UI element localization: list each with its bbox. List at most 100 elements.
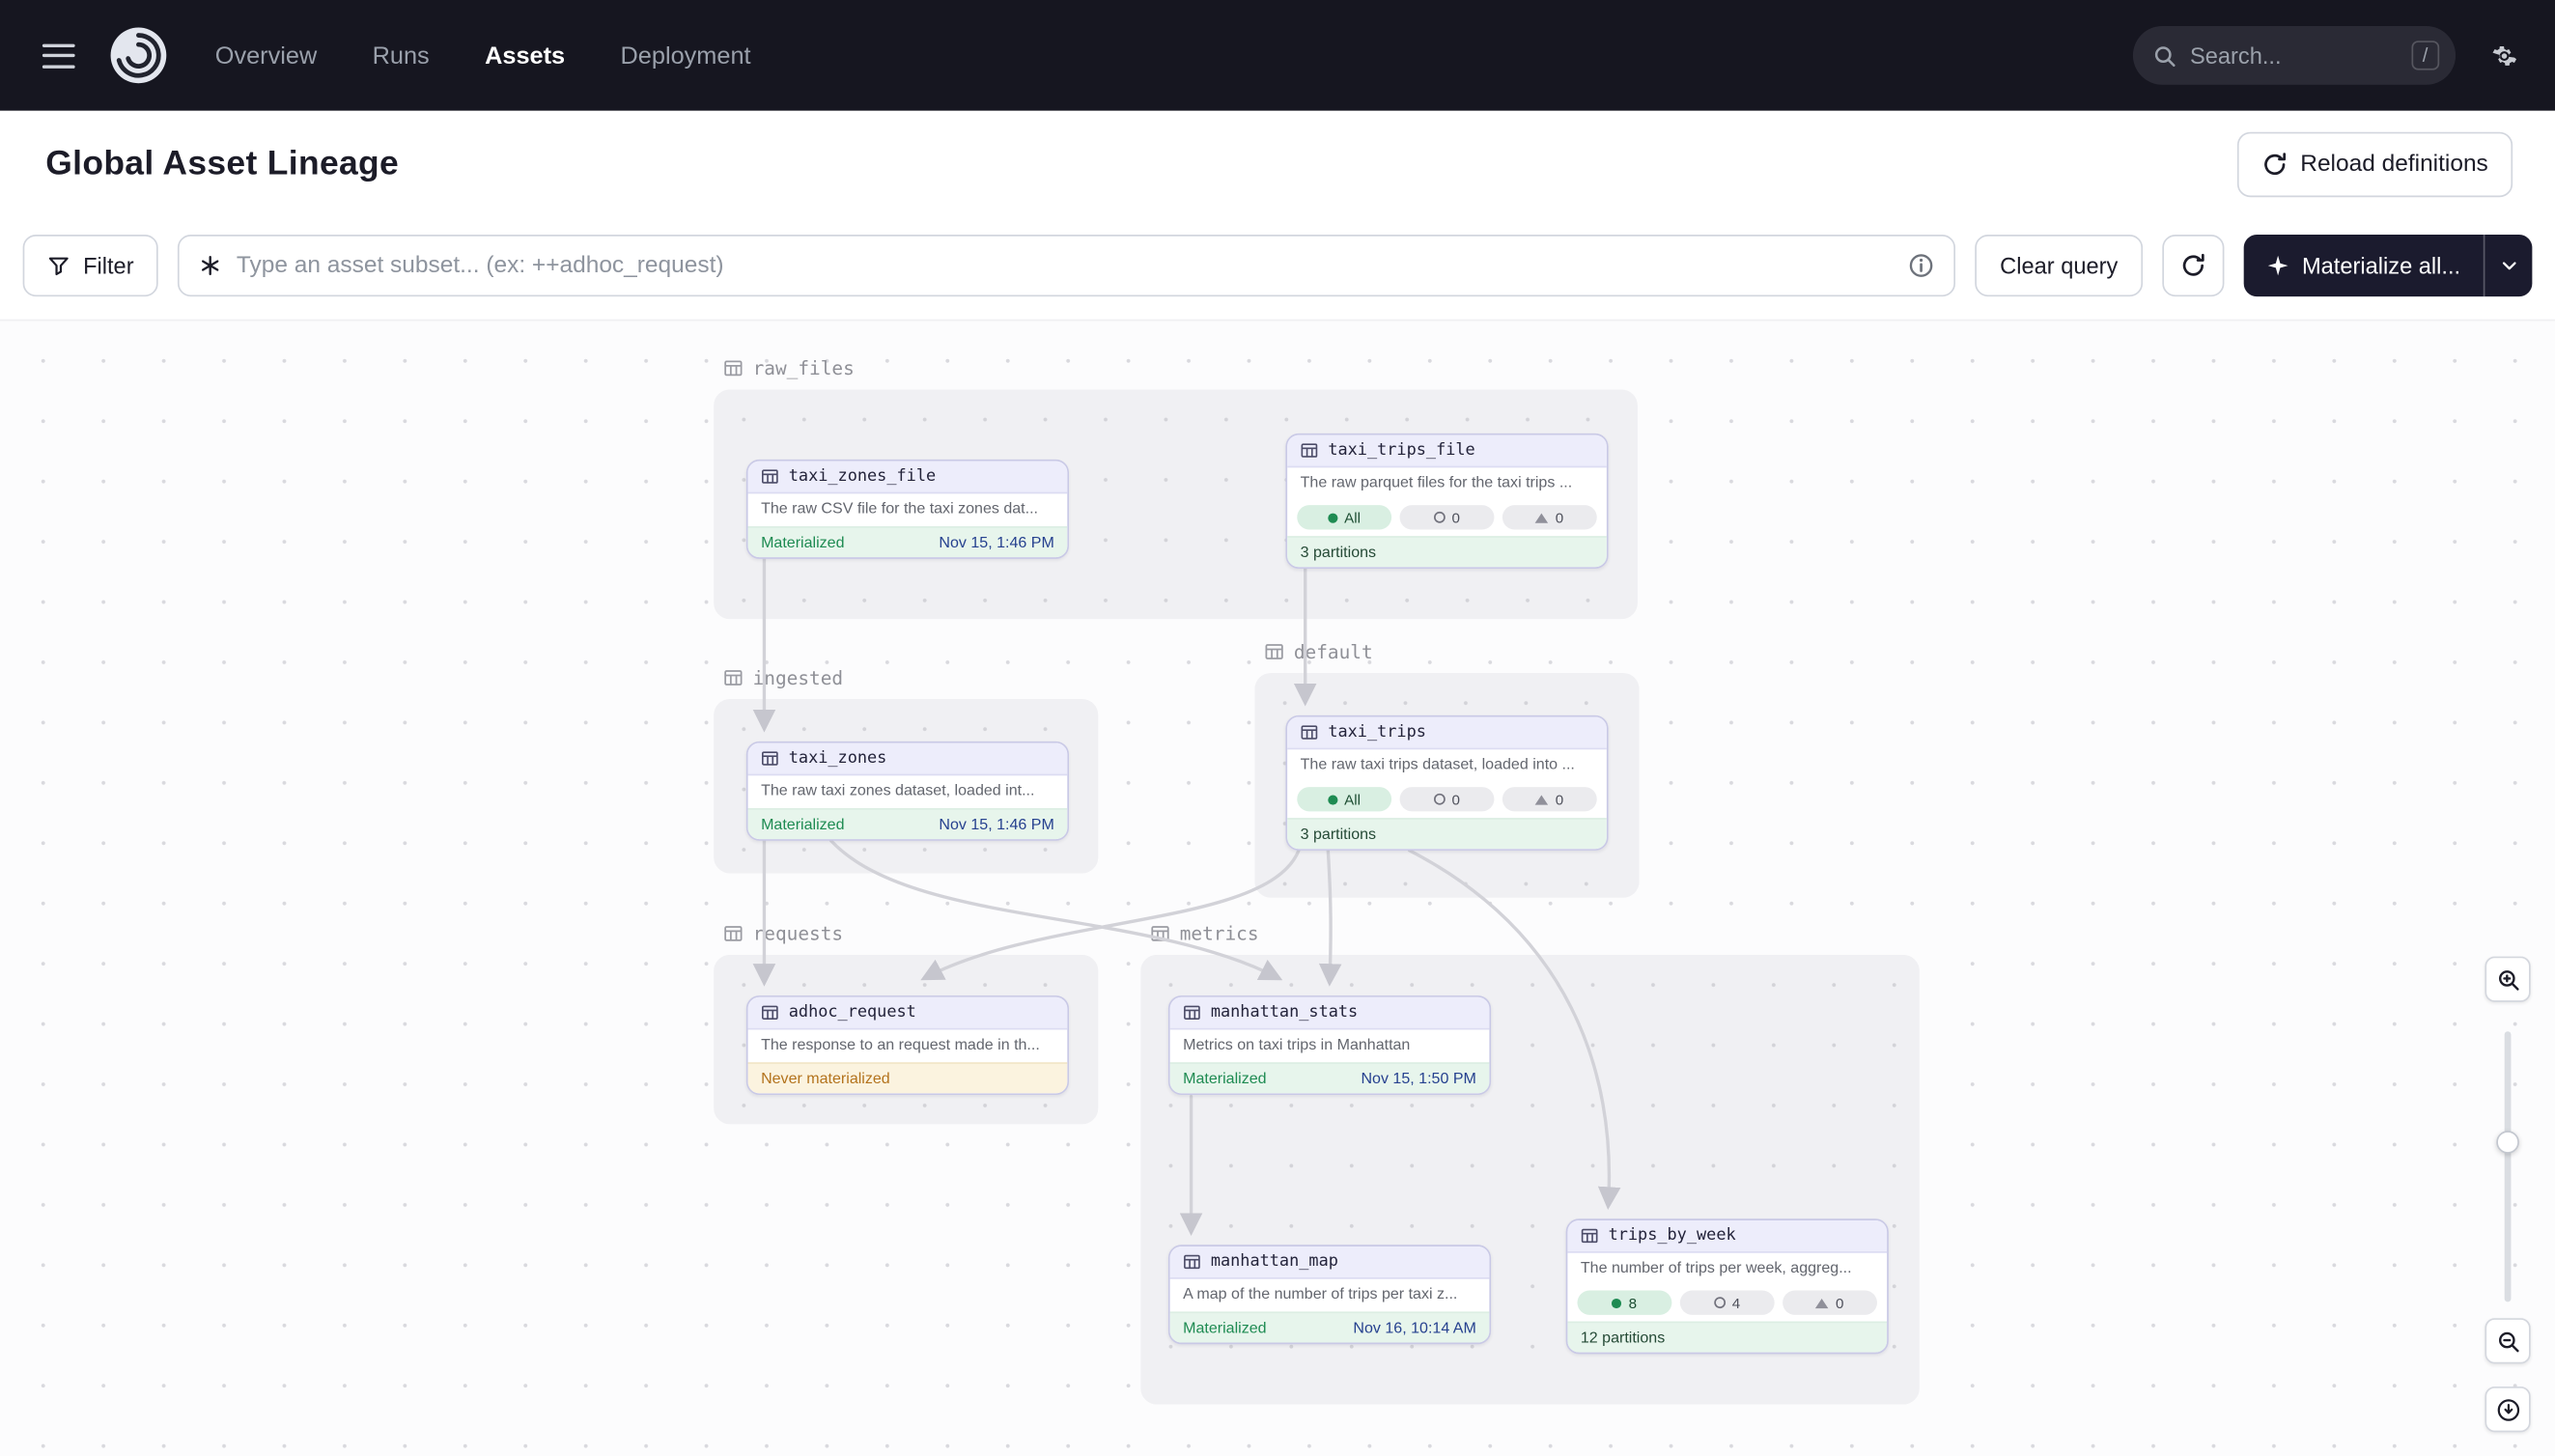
info-icon[interactable] (1909, 253, 1935, 279)
asset-node-header: adhoc_request (748, 997, 1068, 1030)
zoom-slider-track[interactable] (2505, 1031, 2512, 1302)
materialize-all-split-button: Materialize all... (2243, 235, 2532, 296)
global-search[interactable]: / (2133, 26, 2456, 85)
refresh-graph-button[interactable] (2162, 235, 2224, 296)
chip-value: 0 (1556, 791, 1563, 807)
nav-right: / (2133, 26, 2519, 85)
asset-status-bar: Materialized Nov 15, 1:46 PM (748, 526, 1068, 557)
asset-node-adhoc-request[interactable]: adhoc_request The response to an request… (746, 995, 1069, 1095)
asset-description: A map of the number of trips per taxi z.… (1170, 1279, 1490, 1312)
ring-icon (1714, 1297, 1726, 1308)
asset-node-taxi-zones-file[interactable]: taxi_zones_file The raw CSV file for the… (746, 460, 1069, 559)
filter-label: Filter (83, 253, 134, 279)
asset-node-taxi-trips[interactable]: taxi_trips The raw taxi trips dataset, l… (1285, 715, 1608, 851)
dagster-logo-icon[interactable] (107, 24, 169, 86)
chip-value: 8 (1629, 1295, 1637, 1311)
partition-chips: All 0 0 (1287, 782, 1607, 818)
filter-funnel-icon (47, 254, 70, 277)
nav-link-deployment[interactable]: Deployment (621, 42, 751, 70)
materialize-all-label: Materialize all... (2302, 253, 2460, 279)
asset-description: The raw taxi zones dataset, loaded int..… (748, 775, 1068, 808)
asset-status-bar: 3 partitions (1287, 818, 1607, 849)
asset-node-manhattan-stats[interactable]: manhattan_stats Metrics on taxi trips in… (1168, 995, 1491, 1095)
asset-status-bar: Never materialized (748, 1062, 1068, 1093)
table-icon (1183, 1253, 1201, 1272)
table-icon (1301, 441, 1319, 460)
asset-status-bar: 12 partitions (1567, 1322, 1887, 1353)
table-icon (761, 749, 779, 768)
partition-chip-missing[interactable]: 0 (1400, 505, 1495, 529)
chip-value: 0 (1452, 509, 1460, 525)
partition-chip-missing[interactable]: 4 (1680, 1291, 1775, 1315)
materialization-timestamp[interactable]: Nov 15, 1:50 PM (1361, 1070, 1475, 1088)
asset-name: taxi_trips (1328, 723, 1426, 742)
table-icon (1183, 1004, 1201, 1022)
partition-chip-missing[interactable]: 0 (1400, 787, 1495, 811)
zoom-slider-thumb[interactable] (2496, 1131, 2519, 1154)
partition-chip-materialized[interactable]: 8 (1578, 1291, 1672, 1315)
asset-node-header: taxi_zones_file (748, 462, 1068, 494)
asset-node-taxi-trips-file[interactable]: taxi_trips_file The raw parquet files fo… (1285, 434, 1608, 569)
partition-chip-failed[interactable]: 0 (1502, 787, 1597, 811)
partition-chip-failed[interactable]: 0 (1502, 505, 1597, 529)
asset-description: Metrics on taxi trips in Manhattan (1170, 1030, 1490, 1063)
chip-value: All (1344, 791, 1361, 807)
materialization-timestamp[interactable]: Nov 15, 1:46 PM (939, 534, 1053, 552)
materialization-timestamp[interactable]: Nov 15, 1:46 PM (939, 816, 1053, 834)
zoom-in-button[interactable] (2485, 957, 2530, 1002)
download-image-button[interactable] (2485, 1386, 2530, 1432)
asset-node-trips-by-week[interactable]: trips_by_week The number of trips per we… (1566, 1218, 1889, 1354)
partition-chip-failed[interactable]: 0 (1783, 1291, 1877, 1315)
sparkle-icon (2266, 254, 2289, 277)
asset-node-header: taxi_trips_file (1287, 435, 1607, 468)
zoom-out-button[interactable] (2485, 1318, 2530, 1363)
filter-button[interactable]: Filter (23, 235, 158, 296)
table-icon (1581, 1227, 1599, 1246)
partition-chip-materialized[interactable]: All (1297, 505, 1391, 529)
nav-link-overview[interactable]: Overview (215, 42, 317, 70)
asset-query-input[interactable] (237, 253, 1895, 279)
materialize-options-button[interactable] (2484, 235, 2533, 296)
asset-node-header: taxi_trips (1287, 717, 1607, 750)
chip-value: 0 (1452, 791, 1460, 807)
asset-name: trips_by_week (1609, 1227, 1736, 1246)
chip-value: 0 (1836, 1295, 1843, 1311)
refresh-icon (2179, 253, 2205, 279)
search-input[interactable] (2190, 42, 2398, 69)
hamburger-menu-icon[interactable] (29, 26, 88, 85)
asset-node-manhattan-map[interactable]: manhattan_map A map of the number of tri… (1168, 1245, 1491, 1344)
zoom-in-icon (2495, 967, 2519, 992)
partitions-count: 12 partitions (1581, 1329, 1665, 1347)
partition-chip-materialized[interactable]: All (1297, 787, 1391, 811)
reload-definitions-button[interactable]: Reload definitions (2236, 132, 2513, 198)
search-shortcut-key: / (2411, 41, 2439, 70)
status-label: Materialized (1183, 1070, 1266, 1088)
asset-status-bar: 3 partitions (1287, 536, 1607, 567)
asset-description: The raw CSV file for the taxi zones dat.… (748, 493, 1068, 526)
dagster-app: Overview Runs Assets Deployment / Global… (0, 0, 2555, 1456)
page-header: Global Asset Lineage Reload definitions (0, 111, 2555, 218)
triangle-icon (1816, 1298, 1830, 1307)
nav-link-assets[interactable]: Assets (485, 42, 565, 70)
materialization-timestamp[interactable]: Nov 16, 10:14 AM (1353, 1319, 1475, 1337)
asset-node-header: manhattan_stats (1170, 997, 1490, 1030)
lineage-toolbar: Filter Clear query Materialize all... (0, 218, 2555, 320)
clear-query-button[interactable]: Clear query (1976, 235, 2143, 296)
asset-name: adhoc_request (789, 1004, 916, 1022)
gear-icon[interactable] (2488, 40, 2519, 70)
nav-link-runs[interactable]: Runs (373, 42, 430, 70)
asset-node-taxi-zones[interactable]: taxi_zones The raw taxi zones dataset, l… (746, 742, 1069, 841)
asset-name: taxi_zones_file (789, 467, 936, 486)
asset-description: The number of trips per week, aggreg... (1567, 1253, 1887, 1286)
lineage-canvas[interactable]: raw_files ingested default requests metr… (0, 320, 2555, 1456)
asset-description: The response to an request made in th... (748, 1030, 1068, 1063)
nav-left: Overview Runs Assets Deployment (29, 24, 750, 86)
chip-value: 4 (1732, 1295, 1740, 1311)
materialize-all-button[interactable]: Materialize all... (2243, 235, 2484, 296)
partitions-count: 3 partitions (1301, 544, 1376, 562)
partitions-count: 3 partitions (1301, 826, 1376, 844)
asset-description: The raw parquet files for the taxi trips… (1287, 467, 1607, 500)
green-dot-icon (1613, 1298, 1622, 1307)
asset-status-bar: Materialized Nov 15, 1:46 PM (748, 808, 1068, 839)
partition-chips: 8 4 0 (1567, 1285, 1887, 1321)
